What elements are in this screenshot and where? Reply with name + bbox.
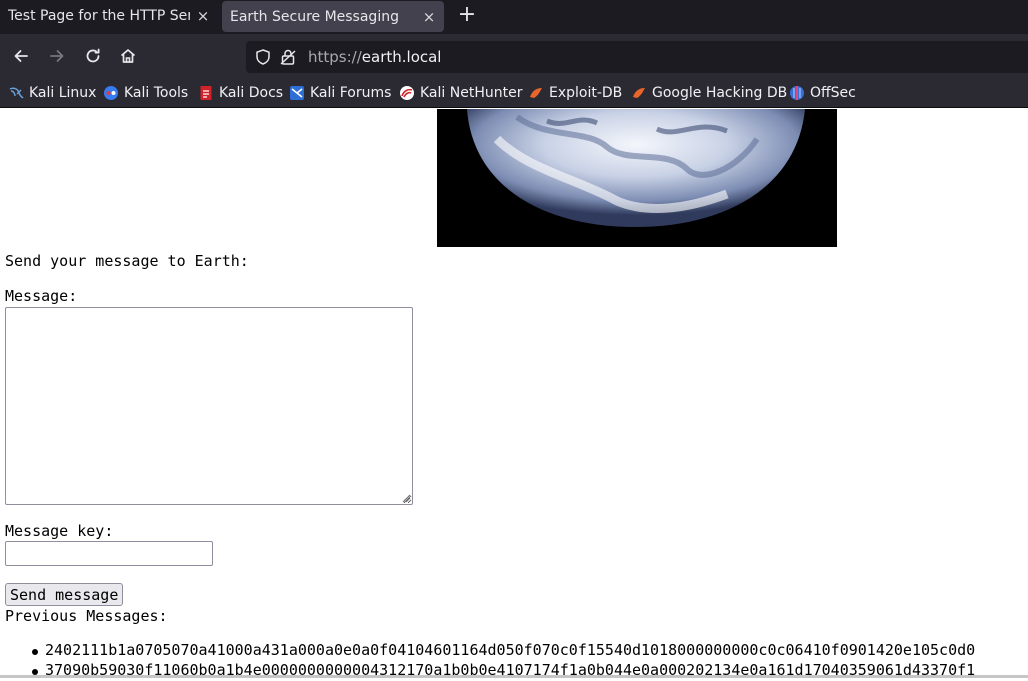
previous-messages-label: Previous Messages: <box>5 607 168 625</box>
bookmark-offsec[interactable]: OffSec <box>789 84 856 102</box>
resize-grip-icon[interactable] <box>399 491 411 503</box>
bookmark-exploit-db[interactable]: Exploit-DB <box>528 84 622 102</box>
exploit-db-icon <box>530 88 542 98</box>
close-tab-icon[interactable]: × <box>196 7 210 25</box>
bookmark-kali-forums[interactable]: Kali Forums <box>289 84 391 102</box>
ghdb-icon <box>633 88 645 98</box>
message-textarea[interactable] <box>5 307 413 505</box>
message-key-label: Message key: <box>5 522 114 540</box>
tab-earth-secure-messaging[interactable]: Earth Secure Messaging × <box>222 1 444 32</box>
shield-icon[interactable] <box>254 48 272 66</box>
tab-bar: Test Page for the HTTP Serve × Earth Sec… <box>0 0 1028 34</box>
kali-docs-icon <box>200 86 212 100</box>
tab-title: Test Page for the HTTP Serve <box>8 8 190 24</box>
bookmark-label: Exploit-DB <box>549 85 623 101</box>
insecure-lock-icon[interactable] <box>279 48 297 66</box>
forward-arrow-icon <box>50 50 64 62</box>
kali-nethunter-icon <box>400 86 414 100</box>
kali-forums-icon <box>290 86 304 100</box>
bookmark-kali-tools[interactable]: Kali Tools <box>103 84 188 102</box>
bookmark-label: Google Hacking DB <box>652 85 788 101</box>
bookmark-label: OffSec <box>810 85 856 101</box>
send-message-button[interactable]: Send message <box>5 583 124 606</box>
bookmark-label: Kali NetHunter <box>420 85 523 101</box>
reload-icon <box>86 48 100 63</box>
previous-message-item: 2402111b1a0705070a41000a431a000a0e0a0f04… <box>0 641 1028 661</box>
bookmark-label: Kali Tools <box>124 85 189 101</box>
message-key-input[interactable] <box>5 541 213 566</box>
bookmark-label: Kali Linux <box>29 85 97 101</box>
kali-dragon-icon <box>9 87 24 99</box>
horizontal-scrollbar[interactable] <box>0 675 1028 678</box>
offsec-icon <box>790 86 804 100</box>
new-tab-button[interactable]: + <box>456 3 478 29</box>
bookmark-kali-docs[interactable]: Kali Docs <box>198 84 283 102</box>
home-button[interactable] <box>116 44 140 68</box>
reload-button[interactable] <box>81 44 105 68</box>
bookmark-kali-nethunter[interactable]: Kali NetHunter <box>399 84 522 102</box>
bookmark-label: Kali Forums <box>310 85 392 101</box>
kali-tools-icon <box>104 86 118 100</box>
earth-globe-graphic <box>437 109 837 247</box>
page-content: Send your message to Earth: Message: Mes… <box>0 109 1028 681</box>
bookmark-google-hacking-db[interactable]: Google Hacking DB <box>631 84 787 102</box>
bookmark-kali-linux[interactable]: Kali Linux <box>8 84 96 102</box>
url-scheme: https:// <box>308 48 362 66</box>
back-button[interactable] <box>9 44 33 68</box>
address-bar[interactable]: https://earth.local <box>246 41 1028 73</box>
tab-test-page[interactable]: Test Page for the HTTP Serve × <box>0 0 218 32</box>
forward-button[interactable] <box>45 44 69 68</box>
home-icon <box>120 49 136 63</box>
back-arrow-icon <box>14 50 28 62</box>
previous-message-item: 37090b59030f11060b0a1b4e0000000000004312… <box>0 661 1028 681</box>
message-label: Message: <box>5 287 78 305</box>
bookmark-label: Kali Docs <box>219 85 284 101</box>
close-tab-icon[interactable]: × <box>422 8 436 26</box>
url-host: earth.local <box>361 48 442 66</box>
page-heading: Send your message to Earth: <box>5 252 249 270</box>
url-text[interactable]: https://earth.local <box>308 48 441 66</box>
bookmarks-toolbar: Kali Linux Kali Tools Kali Docs Kali For… <box>0 78 1028 108</box>
earth-image <box>437 109 837 247</box>
tab-title: Earth Secure Messaging <box>230 8 399 25</box>
